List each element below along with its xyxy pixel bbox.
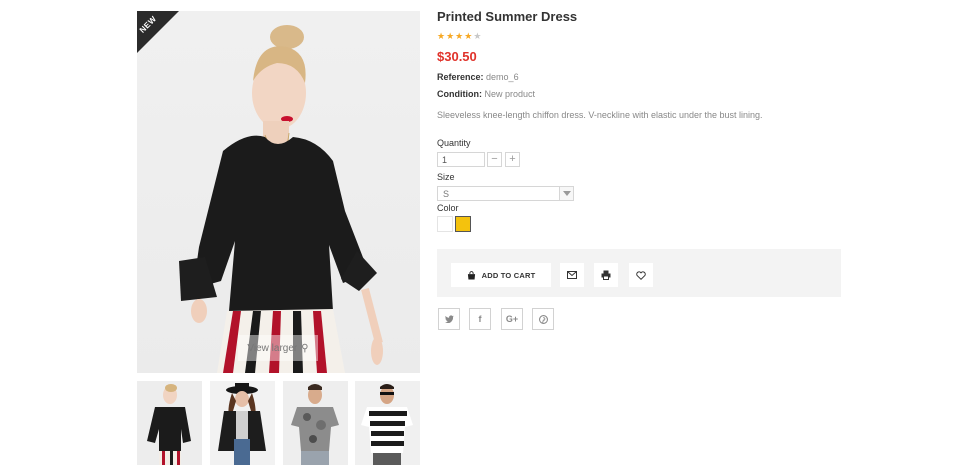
add-to-cart-panel: ADD TO CART [437,249,841,297]
product-price: $30.50 [437,49,477,64]
color-swatch-white[interactable] [437,216,453,232]
size-select[interactable]: S [437,186,574,201]
quantity-input[interactable] [437,152,485,167]
quantity-label: Quantity [437,138,471,148]
google-plus-icon: G+ [505,314,519,324]
product-main-image[interactable]: NEW View larger ⚲ [137,11,420,373]
model-photo [179,25,383,373]
thumbnail-3[interactable] [283,381,348,465]
product-title: Printed Summer Dress [437,9,578,24]
size-label: Size [437,172,455,182]
twitter-icon [444,315,454,323]
minus-icon: − [491,153,498,165]
star-icon: ★ [437,31,446,41]
heart-icon [636,270,646,280]
view-larger-label: View larger [247,342,298,354]
shopping-bag-icon [467,270,475,280]
wishlist-button[interactable] [629,263,653,287]
thumb-black-top-woman [137,381,202,465]
thumbnail-strip [137,381,420,465]
share-google-plus-button[interactable]: G+ [501,308,523,330]
star-icon: ★ [455,31,464,41]
email-icon [567,271,577,279]
star-empty-icon: ★ [473,31,482,41]
thumbnail-1[interactable] [137,381,202,465]
star-icon: ★ [464,31,473,41]
size-selected-value: S [443,188,450,199]
condition-line: Condition: New product [437,89,535,99]
thumb-striped-tee-man [355,381,420,465]
add-to-cart-label: ADD TO CART [481,270,536,280]
rating-stars: ★ ★ ★ ★ ★ [437,31,481,41]
print-icon [601,270,611,280]
quantity-decrease-button[interactable]: − [487,152,502,167]
share-facebook-button[interactable]: f [469,308,491,330]
reference-label: Reference: [437,72,484,82]
reference-line: Reference: demo_6 [437,72,519,82]
share-pinterest-button[interactable] [532,308,554,330]
chevron-down-icon [559,187,573,200]
condition-label: Condition: [437,89,482,99]
thumb-printed-tee-man [283,381,348,465]
send-to-friend-button[interactable] [560,263,584,287]
quantity-increase-button[interactable]: + [505,152,520,167]
add-to-cart-button[interactable]: ADD TO CART [451,263,551,287]
facebook-icon: f [478,314,482,324]
color-swatch-yellow[interactable] [455,216,471,232]
thumb-hat-cardigan-woman [210,381,275,465]
pinterest-icon [538,314,548,324]
thumbnail-2[interactable] [210,381,275,465]
plus-icon: + [509,153,516,165]
share-twitter-button[interactable] [438,308,460,330]
zoom-icon: ⚲ [301,342,309,354]
star-icon: ★ [446,31,455,41]
thumbnail-4[interactable] [355,381,420,465]
reference-value: demo_6 [486,72,519,82]
print-button[interactable] [594,263,618,287]
product-description: Sleeveless knee-length chiffon dress. V-… [437,110,763,120]
condition-value: New product [484,89,536,99]
color-label: Color [437,203,459,213]
view-larger-button[interactable]: View larger ⚲ [238,335,318,361]
